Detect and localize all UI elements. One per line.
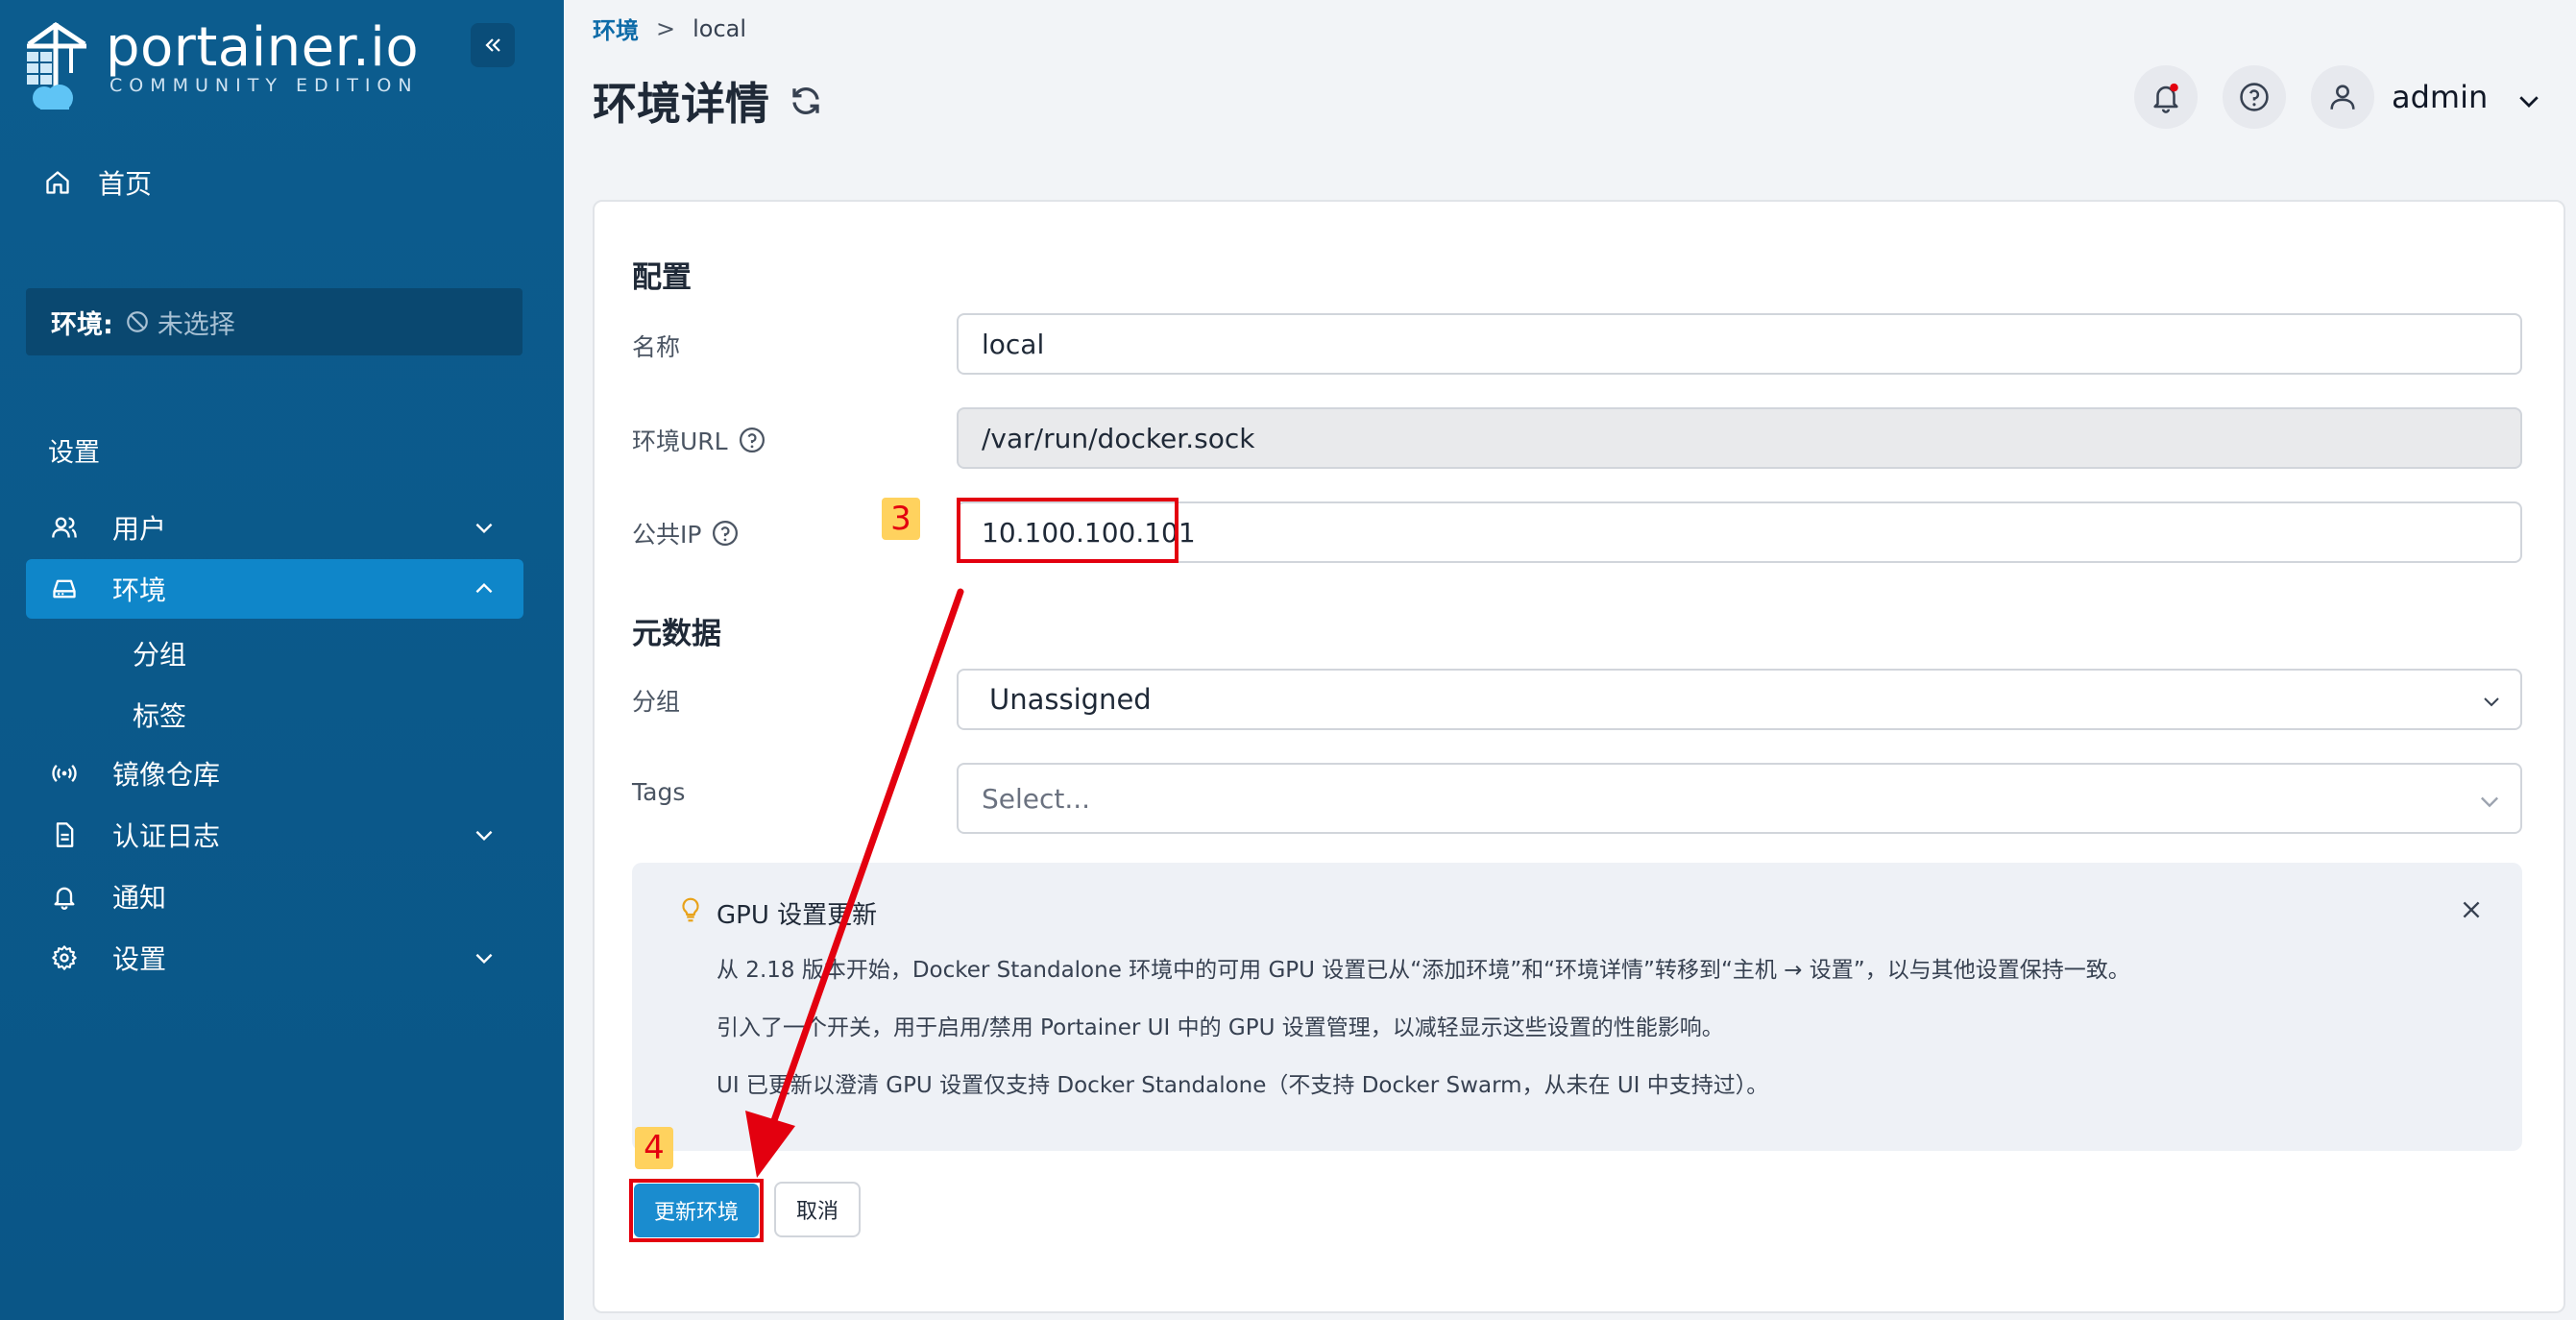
gpu-update-notice: GPU 设置更新 从 2.18 版本开始，Docker Standalone 环… — [632, 863, 2522, 1151]
notice-line-3: UI 已更新以澄清 GPU 设置仅支持 Docker Standalone（不支… — [717, 1073, 1769, 1098]
chevron-down-icon — [475, 523, 493, 534]
public-ip-label-text: 公共IP — [632, 521, 702, 549]
chevron-down-icon — [2484, 697, 2499, 707]
sidebar-item-label: 首页 — [98, 168, 153, 200]
environment-url-input[interactable]: /var/run/docker.sock — [957, 407, 2522, 469]
group-select-value: Unassigned — [989, 683, 1152, 716]
user-name[interactable]: admin — [2392, 79, 2488, 115]
group-label-text: 分组 — [632, 688, 681, 716]
sidebar-item-auth-logs[interactable]: 认证日志 — [26, 805, 523, 865]
drive-icon — [53, 579, 76, 599]
sidebar-item-registries[interactable]: 镜像仓库 — [26, 744, 523, 803]
name-input-value: local — [982, 328, 1045, 360]
chevron-down-icon — [475, 953, 493, 965]
portainer-logo-icon — [27, 21, 86, 110]
cancel-button[interactable]: 取消 — [774, 1182, 861, 1237]
tags-select-placeholder: Select... — [982, 782, 1091, 815]
tags-select[interactable]: Select... — [957, 763, 2522, 834]
step-3-badge: 3 — [882, 498, 920, 540]
ban-icon — [126, 311, 148, 332]
user-icon — [2330, 85, 2355, 110]
sidebar-item-label: 用户 — [112, 513, 167, 545]
environment-selector[interactable]: 环境: 未选择 — [26, 288, 522, 355]
notice-title: GPU 设置更新 — [682, 895, 878, 931]
name-label-text: 名称 — [632, 333, 681, 361]
url-label-text: 环境URL — [632, 428, 728, 455]
public-ip-input[interactable]: 10.100.100.101 — [957, 501, 2522, 563]
breadcrumb-link-environments[interactable]: 环境 — [593, 12, 639, 45]
name-label: 名称 — [632, 329, 680, 363]
collapse-sidebar-button[interactable] — [471, 23, 515, 67]
notifications-button[interactable] — [2134, 65, 2198, 129]
lightbulb-icon — [682, 897, 699, 922]
sidebar-subitem-groups[interactable]: 分组 — [133, 634, 186, 672]
sidebar: portainer.io COMMUNITY EDITION 首页 环境: 未选… — [0, 0, 564, 1320]
notice-line-1: 从 2.18 版本开始，Docker Standalone 环境中的可用 GPU… — [717, 958, 2130, 983]
sidebar-item-settings[interactable]: 设置 — [26, 928, 523, 988]
settings-section-label: 设置 — [48, 438, 100, 468]
user-avatar-button[interactable] — [2311, 65, 2374, 129]
sidebar-item-label: 环境 — [112, 574, 167, 606]
config-section-title: 配置 — [632, 260, 692, 295]
notice-line-2: 引入了一个开关，用于启用/禁用 Portainer UI 中的 GPU 设置管理… — [717, 1015, 1724, 1040]
chevron-down-icon[interactable] — [2515, 86, 2543, 115]
page-title-text: 环境详情 — [593, 78, 769, 130]
breadcrumb-current: local — [693, 14, 747, 42]
chevrons-left-icon — [485, 38, 500, 52]
bell-icon — [2153, 83, 2178, 113]
gear-icon — [52, 945, 77, 970]
portainer-logo[interactable]: portainer.io COMMUNITY EDITION — [23, 19, 419, 110]
radio-icon — [52, 765, 77, 782]
tags-label-text: Tags — [632, 778, 686, 806]
tags-label: Tags — [632, 778, 685, 806]
chevron-down-icon — [475, 830, 493, 842]
sidebar-item-home[interactable]: 首页 — [44, 163, 152, 202]
help-circle-icon — [2240, 83, 2269, 111]
notice-title-text: GPU 设置更新 — [717, 901, 878, 930]
home-icon — [46, 171, 69, 194]
logo-title: portainer.io — [106, 16, 420, 79]
sidebar-item-label: 镜像仓库 — [112, 759, 221, 791]
help-circle-icon[interactable] — [738, 426, 766, 454]
step-4-badge: 4 — [635, 1127, 673, 1169]
sidebar-item-environments[interactable]: 环境 — [26, 559, 523, 619]
close-icon[interactable] — [2459, 897, 2484, 922]
environment-key: 环境: — [51, 309, 113, 340]
public-ip-highlight-box — [957, 498, 1179, 563]
bell-icon — [54, 887, 75, 910]
environment-value: 未选择 — [157, 309, 235, 340]
page-title: 环境详情 — [593, 69, 823, 133]
sidebar-item-label: 认证日志 — [112, 820, 221, 852]
group-select[interactable]: Unassigned — [957, 669, 2522, 730]
sidebar-subitem-tags[interactable]: 标签 — [133, 696, 186, 734]
chevron-up-icon — [475, 582, 493, 594]
sidebar-item-users[interactable]: 用户 — [26, 498, 523, 557]
sidebar-item-label: 设置 — [112, 943, 167, 975]
name-input[interactable]: local — [957, 313, 2522, 375]
refresh-icon[interactable] — [789, 84, 823, 118]
help-circle-icon[interactable] — [711, 519, 740, 548]
logo-subtitle: COMMUNITY EDITION — [109, 75, 419, 96]
breadcrumb-separator: > — [656, 14, 676, 42]
sidebar-item-notifications[interactable]: 通知 — [26, 867, 523, 926]
environment-url-value: /var/run/docker.sock — [982, 422, 1255, 454]
users-icon — [52, 517, 77, 538]
update-button-highlight-box — [629, 1179, 764, 1242]
chevron-down-icon — [2481, 796, 2498, 808]
public-ip-label: 公共IP — [632, 516, 740, 550]
help-button[interactable] — [2223, 65, 2286, 129]
url-label: 环境URL — [632, 423, 766, 457]
sidebar-item-label: 通知 — [112, 882, 167, 914]
breadcrumb: 环境 > local — [593, 12, 746, 45]
metadata-section-title: 元数据 — [632, 617, 721, 651]
group-label: 分组 — [632, 683, 680, 718]
file-icon — [56, 822, 74, 847]
